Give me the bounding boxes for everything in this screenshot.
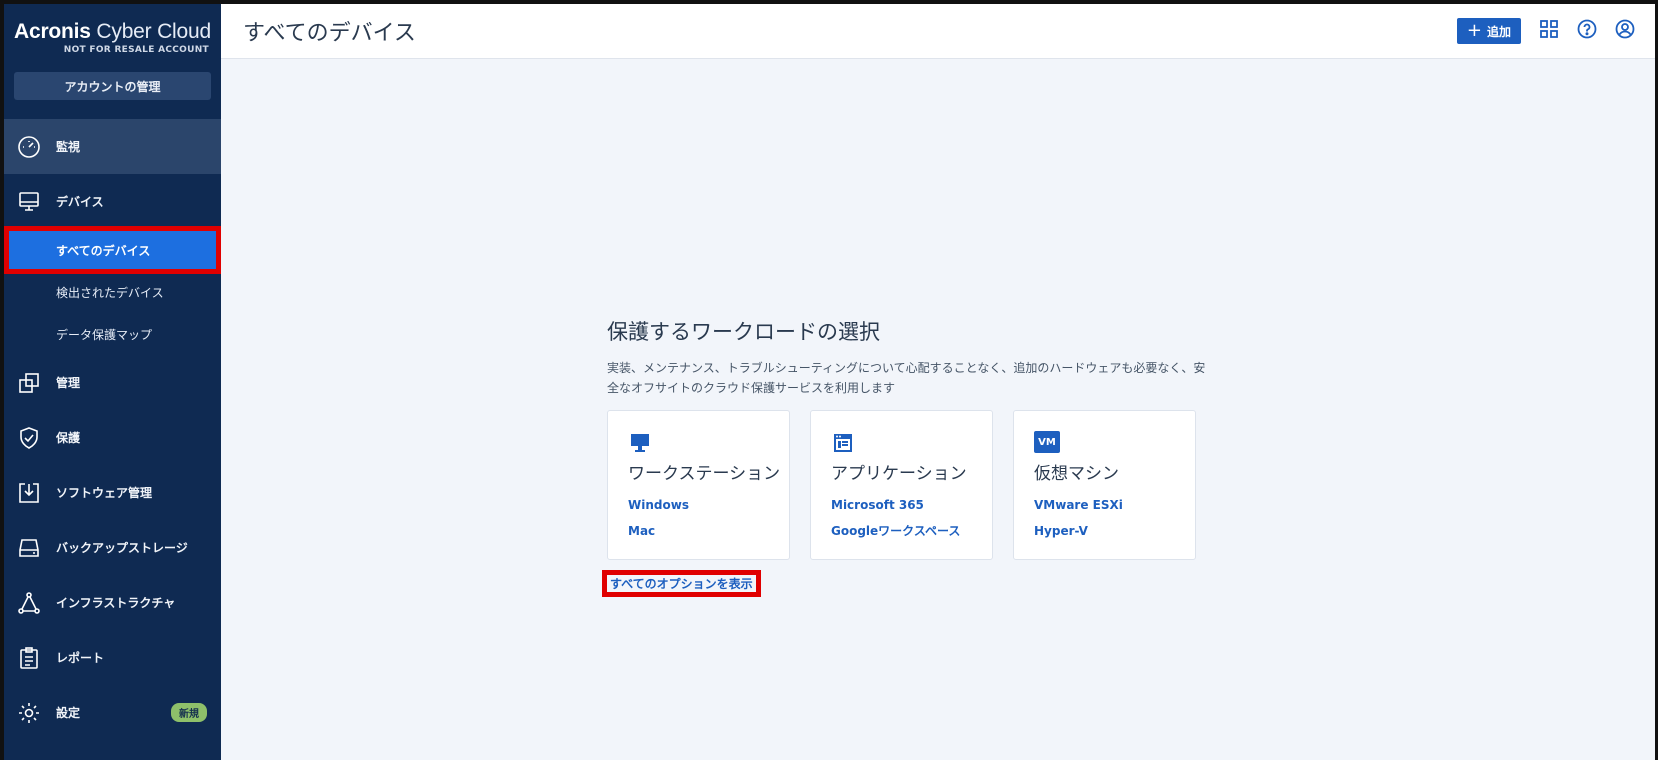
sidebar-item-backup-storage[interactable]: バックアップストレージ — [4, 520, 221, 575]
plus-icon: + — [1466, 20, 1482, 41]
manage-account-button[interactable]: アカウントの管理 — [14, 72, 211, 100]
sidebar-item-devices[interactable]: デバイス — [4, 174, 221, 229]
apps-grid-icon[interactable] — [1539, 19, 1559, 43]
sidebar-item-protection[interactable]: 保護 — [4, 410, 221, 465]
sidebar-nav: 監視 デバイス すべてのデバイス 検出されたデバイス データ保護マップ 管理 保… — [4, 119, 221, 740]
desktop-icon — [628, 431, 652, 455]
workload-cards: ワークステーション Windows Mac アプリケーション Microsoft… — [607, 410, 1207, 560]
card-title: ワークステーション — [628, 464, 781, 484]
add-button-label: 追加 — [1486, 24, 1511, 39]
sidebar-item-label: ソフトウェア管理 — [56, 486, 153, 500]
application-card[interactable]: アプリケーション Microsoft 365 Googleワークスペース — [810, 410, 993, 560]
sidebar-item-settings[interactable]: 設定 新規 — [4, 685, 221, 740]
add-button[interactable]: + 追加 — [1456, 18, 1521, 44]
virtual-machine-card[interactable]: VM 仮想マシン VMware ESXi Hyper-V — [1013, 410, 1196, 560]
brand-logo: Acronis Cyber Cloud — [14, 20, 211, 43]
sidebar-item-label: 管理 — [56, 376, 81, 390]
app-frame: Acronis Cyber Cloud NOT FOR RESALE ACCOU… — [0, 0, 1658, 760]
main-content: すべてのデバイス + 追加 保護するワークロードの選択 実装、メンテナンス、トラ… — [221, 4, 1655, 760]
microsoft-365-link[interactable]: Microsoft 365 — [831, 492, 972, 518]
monitor-icon — [16, 189, 42, 215]
user-account-icon[interactable] — [1615, 19, 1635, 43]
sidebar: Acronis Cyber Cloud NOT FOR RESALE ACCOU… — [4, 4, 221, 760]
show-all-options-link[interactable]: すべてのオプションを表示 — [602, 570, 761, 597]
sidebar-item-infrastructure[interactable]: インフラストラクチャ — [4, 575, 221, 630]
new-badge: 新規 — [171, 703, 207, 722]
top-actions: + 追加 — [1456, 18, 1635, 44]
network-triangle-icon — [16, 590, 42, 616]
download-box-icon — [16, 480, 42, 506]
windows-link[interactable]: Windows — [628, 492, 769, 518]
clipboard-icon — [16, 645, 42, 671]
sidebar-item-monitoring[interactable]: 監視 — [4, 119, 221, 174]
sidebar-item-label: インフラストラクチャ — [56, 596, 176, 610]
sidebar-subitem-all-devices[interactable]: すべてのデバイス — [4, 226, 221, 274]
sidebar-item-label: 設定 — [56, 706, 81, 720]
gear-icon — [16, 700, 42, 726]
sidebar-item-label: バックアップストレージ — [56, 541, 188, 555]
topbar: すべてのデバイス + 追加 — [221, 4, 1655, 59]
sidebar-item-label: デバイス — [56, 195, 104, 209]
card-title: アプリケーション — [831, 464, 967, 484]
brand: Acronis Cyber Cloud NOT FOR RESALE ACCOU… — [4, 4, 221, 62]
copy-squares-icon — [16, 370, 42, 396]
workstation-card[interactable]: ワークステーション Windows Mac — [607, 410, 790, 560]
hyper-v-link[interactable]: Hyper-V — [1034, 518, 1175, 544]
google-workspace-link[interactable]: Googleワークスペース — [831, 518, 972, 544]
shield-check-icon — [16, 425, 42, 451]
sidebar-item-label: 監視 — [56, 140, 81, 154]
sidebar-item-label: 保護 — [56, 431, 81, 445]
vm-icon: VM — [1034, 431, 1060, 455]
page-title: すべてのデバイス — [243, 21, 416, 46]
mac-link[interactable]: Mac — [628, 518, 769, 544]
sidebar-subitem-data-protection-map[interactable]: データ保護マップ — [4, 313, 221, 355]
sidebar-item-management[interactable]: 管理 — [4, 355, 221, 410]
app-window-icon — [831, 431, 855, 455]
workload-description: 実装、メンテナンス、トラブルシューティングについて心配することなく、追加のハード… — [607, 361, 1206, 395]
sidebar-subitem-discovered-devices[interactable]: 検出されたデバイス — [4, 271, 221, 313]
gauge-icon — [16, 134, 42, 160]
card-title: 仮想マシン — [1034, 464, 1119, 484]
sidebar-item-software-management[interactable]: ソフトウェア管理 — [4, 465, 221, 520]
sidebar-item-label: レポート — [56, 651, 105, 665]
workload-heading: 保護するワークロードの選択 — [607, 320, 880, 344]
brand-subtitle: NOT FOR RESALE ACCOUNT — [63, 45, 209, 55]
hard-drive-icon — [16, 535, 42, 561]
sidebar-item-reports[interactable]: レポート — [4, 630, 221, 685]
vmware-esxi-link[interactable]: VMware ESXi — [1034, 492, 1175, 518]
help-icon[interactable] — [1577, 19, 1597, 43]
workload-selection: 保護するワークロードの選択 実装、メンテナンス、トラブルシューティングについて心… — [602, 316, 1207, 597]
